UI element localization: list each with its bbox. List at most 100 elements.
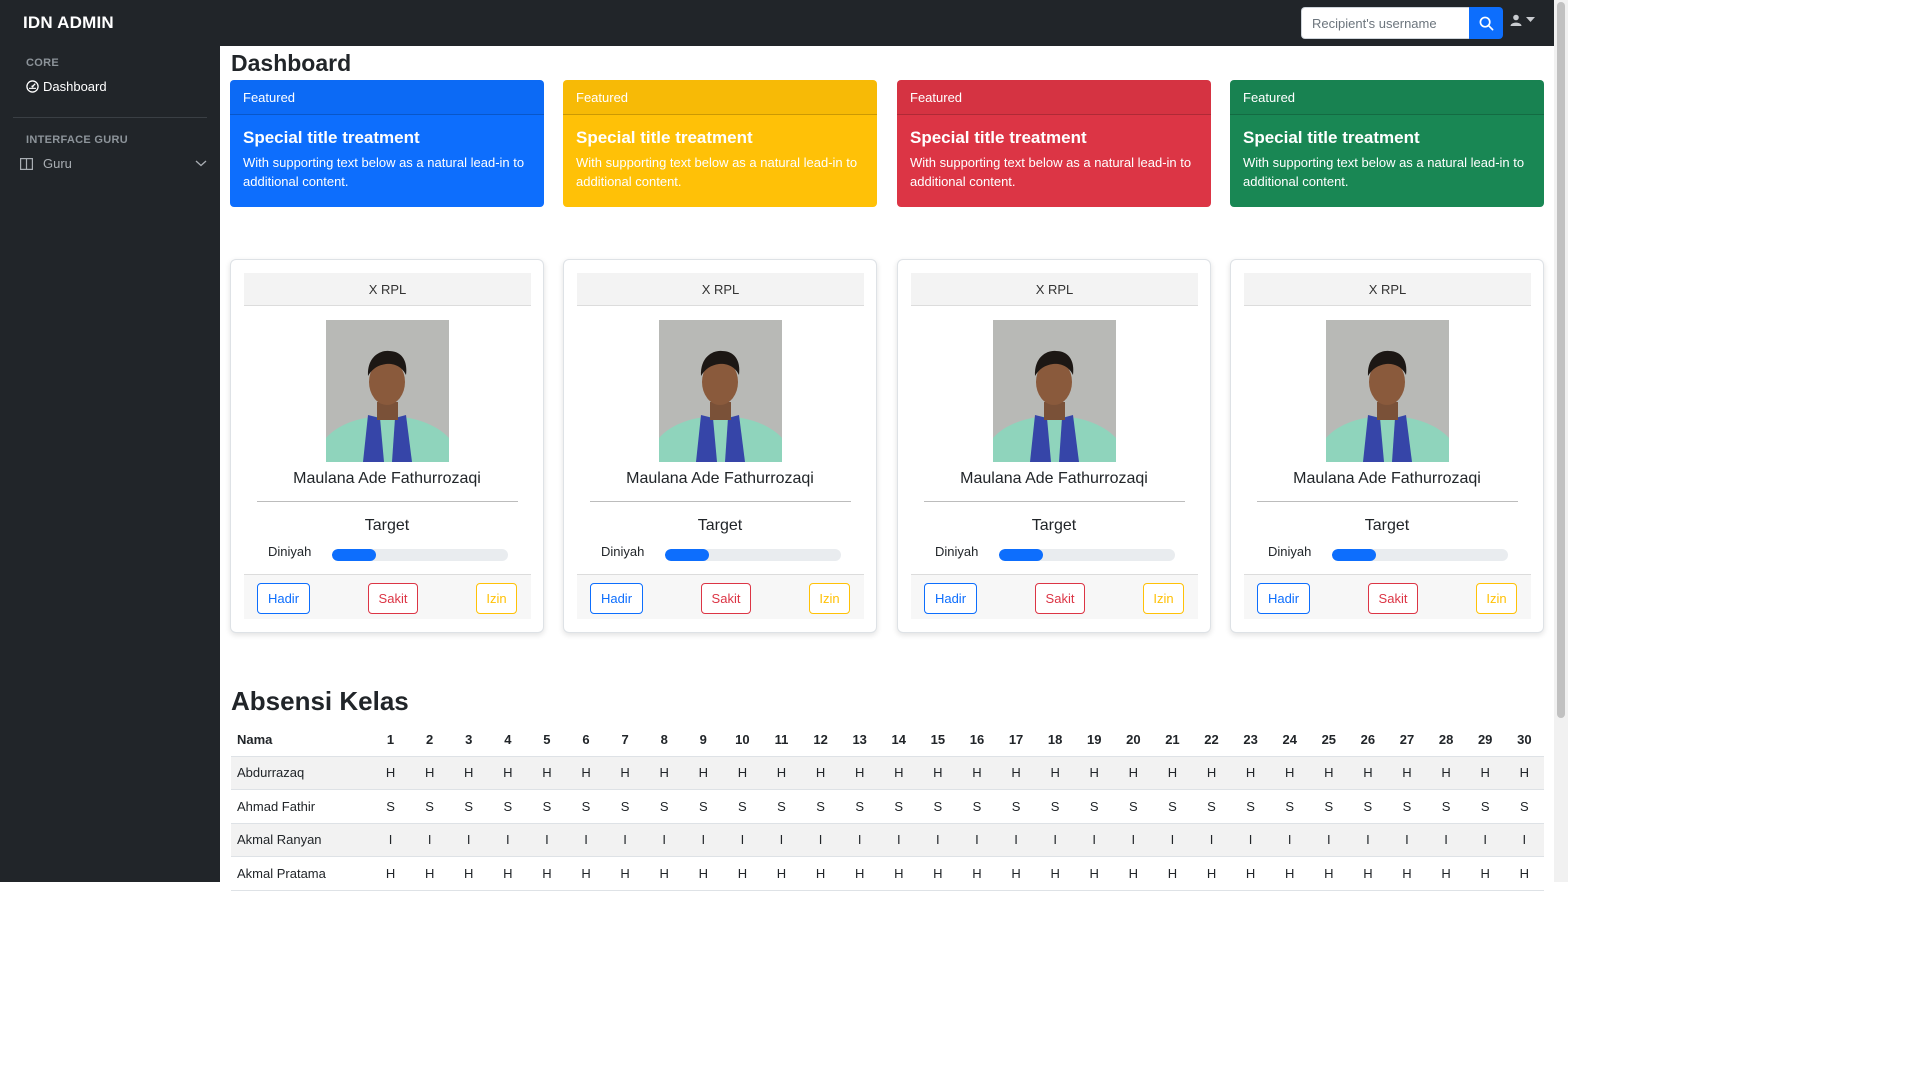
student-name: Maulana Ade Fathurrozaqi	[626, 470, 814, 487]
attendance-cell: H	[1309, 756, 1349, 790]
attendance-cell: I	[1191, 823, 1232, 857]
vertical-scrollbar[interactable]	[1554, 0, 1568, 882]
attendance-cell: I	[605, 823, 645, 857]
attendance-cell: H	[1270, 856, 1310, 891]
attendance-cell: S	[957, 789, 997, 824]
hadir-button[interactable]: Hadir	[257, 583, 310, 614]
attendance-cell: S	[1035, 789, 1075, 824]
card-text: With supporting text below as a natural …	[910, 155, 1192, 189]
sidebar-item-label: Guru	[43, 156, 72, 171]
attendance-cell: H	[1152, 756, 1192, 790]
attendance-cell: H	[761, 756, 802, 790]
attendance-cell: H	[527, 756, 567, 790]
student-photo	[993, 320, 1116, 462]
progress-fill	[999, 549, 1043, 561]
attendance-cell: I	[1074, 823, 1114, 857]
attendance-cell: H	[1113, 856, 1153, 891]
column-header-day: 3	[449, 723, 489, 757]
attendance-cell: H	[801, 856, 841, 891]
izin-button[interactable]: Izin	[809, 583, 850, 614]
search-button[interactable]	[1469, 7, 1503, 39]
attendance-cell: H	[1387, 756, 1427, 790]
card-text: With supporting text below as a natural …	[576, 155, 858, 189]
hadir-button[interactable]: Hadir	[1257, 583, 1310, 614]
user-menu[interactable]	[1510, 14, 1535, 26]
attendance-cell: S	[1309, 789, 1349, 824]
card-text: With supporting text below as a natural …	[1243, 155, 1525, 189]
attendance-cell: I	[957, 823, 997, 857]
brand-logo[interactable]: IDN ADMIN	[23, 13, 114, 33]
attendance-cell: I	[1113, 823, 1153, 857]
attendance-cell: H	[879, 856, 919, 891]
attendance-cell: I	[566, 823, 606, 857]
column-header-day: 24	[1270, 723, 1310, 757]
sidebar-heading-core: CORE	[26, 57, 59, 69]
search-icon	[1479, 16, 1493, 30]
column-header-day: 12	[801, 723, 841, 757]
column-header-day: 1	[371, 723, 411, 757]
card-divider	[257, 501, 518, 502]
student-photo	[326, 320, 449, 462]
card-footer: Hadir Sakit Izin	[1244, 574, 1531, 619]
progress-label: Diniyah	[601, 544, 645, 559]
attendance-table: Nama 1 2 3 4 5 6 7 8 9 10 11 12 13 14 15 16 17 18 19 20 21 22…	[231, 723, 1544, 891]
attendance-cell: S	[683, 789, 723, 824]
student-name: Maulana Ade Fathurrozaqi	[293, 470, 481, 487]
sakit-button[interactable]: Sakit	[701, 583, 751, 614]
attendance-cell: H	[1426, 756, 1466, 790]
attendance-cell: S	[1504, 789, 1544, 824]
hadir-button[interactable]: Hadir	[924, 583, 977, 614]
table-row: Ahmad Fathir S S S S S S S S S S S S S S S S S S S S S S S S S S S S…	[231, 789, 1544, 824]
progress-fill	[1332, 549, 1376, 561]
attendance-cell: S	[996, 789, 1036, 824]
search-input[interactable]	[1301, 7, 1469, 39]
attendance-cell: I	[1309, 823, 1349, 857]
sidebar-item-guru[interactable]: Guru	[20, 156, 207, 171]
table-row: Abdurrazaq H H H H H H H H H H H H H H H H H H H H H H H H H H H H H H	[231, 756, 1544, 790]
izin-button[interactable]: Izin	[476, 583, 517, 614]
column-header-day: 5	[527, 723, 567, 757]
card-divider	[590, 501, 851, 502]
target-heading: Target	[697, 517, 743, 534]
sidebar-item-dashboard[interactable]: Dashboard	[26, 79, 107, 94]
progress-bar	[1332, 549, 1508, 561]
student-name-cell: Akmal Ranyan	[231, 823, 371, 857]
progress-bar	[665, 549, 841, 561]
class-label: X RPL	[911, 273, 1198, 306]
attendance-cell: S	[1191, 789, 1232, 824]
attendance-cell: H	[1309, 856, 1349, 891]
attendance-cell: H	[449, 856, 489, 891]
page-title: Dashboard	[231, 50, 352, 76]
hadir-button[interactable]: Hadir	[590, 583, 643, 614]
student-photo	[1326, 320, 1449, 462]
sakit-button[interactable]: Sakit	[1035, 583, 1085, 614]
student-card: X RPL Maulana Ade Fathurrozaqi Target Di…	[1230, 259, 1544, 633]
caret-down-icon	[1526, 17, 1535, 22]
izin-button[interactable]: Izin	[1143, 583, 1184, 614]
attendance-cell: H	[566, 756, 606, 790]
attendance-cell: H	[683, 856, 723, 891]
attendance-cell: S	[1465, 789, 1505, 824]
attendance-cell: H	[1348, 756, 1388, 790]
attendance-cell: I	[840, 823, 880, 857]
sakit-button[interactable]: Sakit	[368, 583, 418, 614]
attendance-cell: H	[879, 756, 919, 790]
attendance-cell: I	[1465, 823, 1505, 857]
attendance-cell: H	[722, 756, 762, 790]
column-header-day: 28	[1426, 723, 1466, 757]
card-divider	[1257, 501, 1518, 502]
attendance-cell: H	[1152, 856, 1192, 891]
attendance-cell: I	[1348, 823, 1388, 857]
attendance-cell: H	[840, 856, 880, 891]
card-header: Featured	[1230, 80, 1544, 115]
izin-button[interactable]: Izin	[1476, 583, 1517, 614]
student-card: X RPL Maulana Ade Fathurrozaqi Target Di…	[563, 259, 877, 633]
attendance-cell: S	[1426, 789, 1466, 824]
scrollbar-thumb[interactable]	[1557, 2, 1565, 718]
attendance-cell: S	[761, 789, 802, 824]
student-photo	[659, 320, 782, 462]
sakit-button[interactable]: Sakit	[1368, 583, 1418, 614]
attendance-cell: I	[644, 823, 684, 857]
attendance-cell: S	[644, 789, 684, 824]
target-heading: Target	[1031, 517, 1077, 534]
